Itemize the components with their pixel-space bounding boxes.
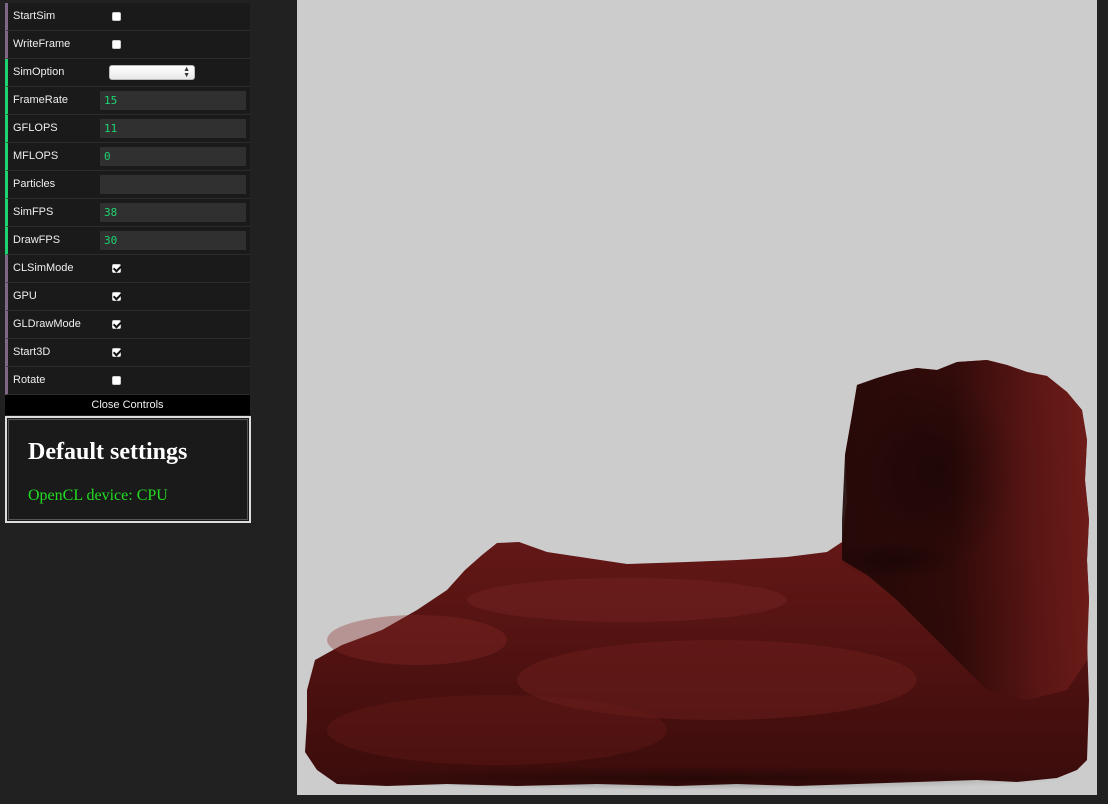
clsimmode-checkbox[interactable] bbox=[112, 264, 121, 273]
rotate-checkbox[interactable] bbox=[112, 376, 121, 385]
control-row-rotate: Rotate bbox=[5, 367, 250, 395]
highlight-shape bbox=[467, 578, 787, 622]
control-row-framerate: FrameRate 15 bbox=[5, 87, 250, 115]
gpu-label: GPU bbox=[13, 290, 37, 302]
mflops-input[interactable]: 0 bbox=[100, 147, 246, 166]
control-row-gpu: GPU bbox=[5, 283, 250, 311]
control-row-writeframe: WriteFrame bbox=[5, 31, 250, 59]
control-row-simfps: SimFPS 38 bbox=[5, 199, 250, 227]
fluid-render bbox=[305, 360, 1089, 790]
gldrawmode-label: GLDrawMode bbox=[13, 318, 81, 330]
mflops-label: MFLOPS bbox=[13, 150, 59, 162]
opencl-device-text: OpenCL device: CPU bbox=[28, 487, 168, 504]
simoption-select[interactable]: ▲ ▼ bbox=[109, 65, 195, 80]
simfps-label: SimFPS bbox=[13, 206, 54, 218]
gldrawmode-checkbox[interactable] bbox=[112, 320, 121, 329]
render-viewport[interactable] bbox=[297, 0, 1097, 795]
control-row-startsim: StartSim bbox=[5, 3, 250, 31]
gpu-checkbox[interactable] bbox=[112, 292, 121, 301]
rotate-label: Rotate bbox=[13, 374, 46, 386]
startsim-checkbox[interactable] bbox=[112, 12, 121, 21]
control-row-gflops: GFLOPS 11 bbox=[5, 115, 250, 143]
framerate-label: FrameRate bbox=[13, 94, 69, 106]
control-row-mflops: MFLOPS 0 bbox=[5, 143, 250, 171]
writeframe-label: WriteFrame bbox=[13, 38, 71, 50]
control-row-gldrawmode: GLDrawMode bbox=[5, 311, 250, 339]
control-row-particles: Particles bbox=[5, 171, 250, 199]
control-row-clsimmode: CLSimMode bbox=[5, 255, 250, 283]
control-row-simoption: SimOption ▲ ▼ bbox=[5, 59, 250, 87]
gflops-input[interactable]: 11 bbox=[100, 119, 246, 138]
close-controls-button[interactable]: Close Controls bbox=[5, 395, 250, 415]
start3d-label: Start3D bbox=[13, 346, 51, 358]
gflops-label: GFLOPS bbox=[13, 122, 58, 134]
select-arrows-icon: ▲ ▼ bbox=[183, 66, 190, 79]
writeframe-checkbox[interactable] bbox=[112, 40, 121, 49]
start3d-checkbox[interactable] bbox=[112, 348, 121, 357]
highlight-shape bbox=[327, 695, 667, 765]
clsimmode-label: CLSimMode bbox=[13, 262, 74, 274]
drawfps-input[interactable]: 30 bbox=[100, 231, 246, 250]
particles-label: Particles bbox=[13, 178, 56, 190]
startsim-label: StartSim bbox=[13, 10, 56, 22]
simfps-input[interactable]: 38 bbox=[100, 203, 246, 222]
info-panel: Default settings OpenCL device: CPU bbox=[5, 416, 251, 523]
info-heading: Default settings bbox=[28, 439, 188, 465]
highlight-shape bbox=[327, 615, 507, 665]
shadow-shape bbox=[857, 370, 1017, 570]
controls-panel: StartSim WriteFrame SimOption ▲ ▼ FrameRa… bbox=[5, 3, 250, 415]
control-row-start3d: Start3D bbox=[5, 339, 250, 367]
simoption-label: SimOption bbox=[13, 66, 65, 78]
control-row-drawfps: DrawFPS 30 bbox=[5, 227, 250, 255]
shadow-shape bbox=[317, 766, 1077, 790]
framerate-input[interactable]: 15 bbox=[100, 91, 246, 110]
drawfps-label: DrawFPS bbox=[13, 234, 61, 246]
particles-input[interactable] bbox=[100, 175, 246, 194]
